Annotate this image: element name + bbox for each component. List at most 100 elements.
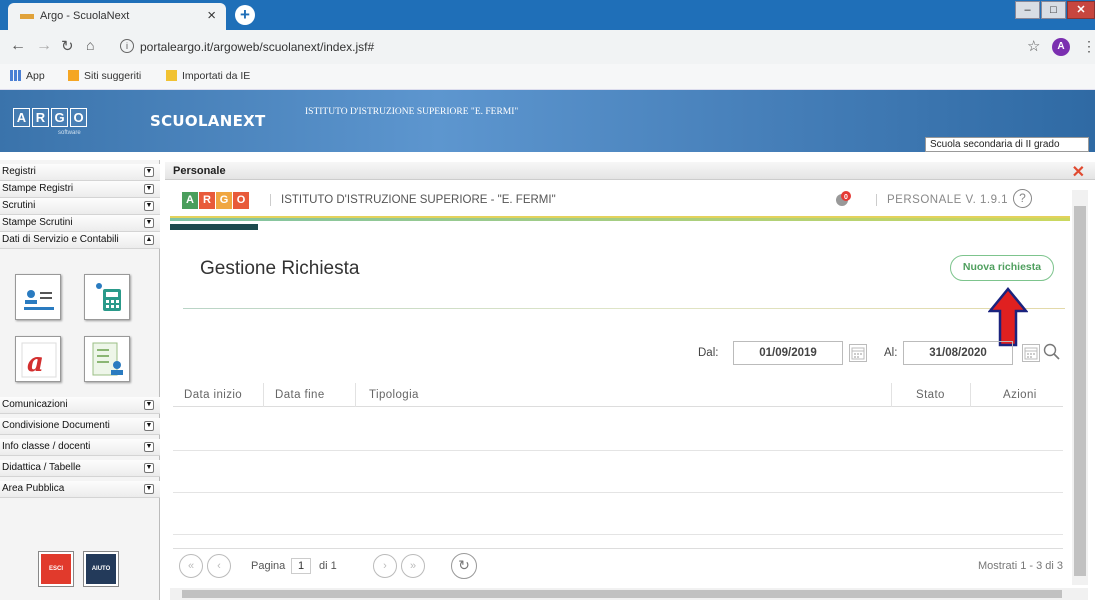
from-date-input[interactable]: 01/09/2019 [733,341,843,365]
help-button[interactable]: AIUTO [83,551,119,587]
bookmark-star-icon[interactable]: ☆ [1027,37,1040,55]
from-date-label: Dal: [698,347,719,359]
table-row[interactable] [173,534,1063,535]
bookmark-label: Importati da IE [182,70,251,82]
sidebar-item-didattica[interactable]: Didattica / Tabelle ▼ [0,460,160,477]
first-page-icon[interactable]: « [179,554,203,578]
info-icon[interactable]: i [120,39,134,53]
page-title: Gestione Richiesta [200,258,360,279]
to-date-input[interactable]: 31/08/2020 [903,341,1013,365]
tab-title: Argo - ScuolaNext [40,10,130,22]
sidebar-item-area-pubblica[interactable]: Area Pubblica ▼ [0,481,160,498]
red-arrow-icon [988,287,1028,347]
help-icon[interactable]: ? [1013,189,1032,208]
page-label: Pagina [251,560,286,572]
last-page-icon[interactable]: » [401,554,425,578]
bookmark-apps[interactable]: App [10,70,45,82]
sidebar-item-info-classe[interactable]: Info classe / docenti ▼ [0,439,160,456]
expand-icon[interactable]: ▼ [144,400,154,410]
panel-header: Personale ✕ [165,162,1095,182]
page-total: di 1 [319,560,337,572]
horizontal-scrollbar-thumb[interactable] [182,590,1062,598]
table-header: Data inizio Data fine Tipologia Stato Az… [173,383,1063,407]
column-header[interactable]: Data inizio [184,389,242,401]
app-argo-logo: A R G O [182,192,249,209]
column-divider [355,383,356,407]
browser-menu-icon[interactable]: ⋮ [1082,38,1095,55]
vertical-scrollbar-thumb[interactable] [1074,206,1086,576]
sidebar-item-scrutini[interactable]: Scrutini ▼ [0,198,160,215]
sidebar-item-label: Condivisione Documenti [2,420,110,431]
scuolanext-brand: SCUOLANEXT [150,112,266,130]
table-row[interactable] [173,492,1063,493]
expand-icon[interactable]: ▼ [144,463,154,473]
bookmark-imported-ie[interactable]: Importati da IE [166,70,250,82]
table-row[interactable] [173,450,1063,451]
address-bar: ← → ↻ ⌂ i portaleargo.it/argoweb/scuolan… [0,30,1095,64]
apps-grid-icon [10,70,21,81]
argo-header: A R G O software SCUOLANEXT ISTITUTO D'I… [0,90,1095,152]
calculator-data-icon[interactable] [84,274,130,320]
checklist-user-icon[interactable] [84,336,130,382]
tab-close-icon[interactable]: × [207,7,216,24]
sidebar-item-stampe-scrutini[interactable]: Stampe Scrutini ▼ [0,215,160,232]
to-calendar-icon[interactable] [1022,344,1040,362]
expand-icon[interactable]: ▼ [144,484,154,494]
bookmark-suggested-sites[interactable]: Siti suggeriti [68,70,141,82]
sidebar-item-label: Stampe Registri [2,183,74,194]
sidebar-item-comunicazioni[interactable]: Comunicazioni ▼ [0,397,160,414]
logout-button[interactable]: ESCI [38,551,74,587]
page-number-input[interactable]: 1 [291,558,311,574]
column-header[interactable]: Data fine [275,389,325,401]
new-request-button[interactable]: Nuova richiesta [950,255,1054,281]
app-version: PERSONALE V. 1.9.1 [876,194,1008,206]
logo-letter: R [199,192,215,209]
logo-letter: O [70,108,87,127]
collapse-icon[interactable]: ▲ [144,235,154,245]
personal-data-icon[interactable] [15,274,61,320]
sidebar-item-label: Stampe Scrutini [2,217,73,228]
expand-icon[interactable]: ▼ [144,421,154,431]
expand-icon[interactable]: ▼ [144,167,154,177]
refresh-icon[interactable]: ↻ [451,553,477,579]
expand-icon[interactable]: ▼ [144,218,154,228]
window-minimize-button[interactable]: – [1015,1,1040,19]
home-icon[interactable]: ⌂ [86,37,94,53]
column-header[interactable]: Tipologia [369,389,419,401]
sidebar-item-label: Area Pubblica [2,483,65,494]
back-icon[interactable]: ← [10,37,26,55]
expand-icon[interactable]: ▼ [144,442,154,452]
sidebar-item-label: Registri [2,166,36,177]
sidebar-item-label: Scrutini [2,200,36,211]
acrobat-document-icon[interactable]: a [15,336,61,382]
url-field[interactable]: portaleargo.it/argoweb/scuolanext/index.… [140,40,374,54]
profile-avatar[interactable]: A [1052,38,1070,56]
expand-icon[interactable]: ▼ [144,184,154,194]
forward-icon[interactable]: → [36,37,52,55]
browser-tab[interactable]: Argo - ScuolaNext × [8,3,226,30]
search-icon[interactable] [1043,343,1061,366]
svg-text:a: a [27,348,44,378]
column-header[interactable]: Azioni [1003,389,1037,401]
logo-letter: A [182,192,198,209]
next-page-icon[interactable]: › [373,554,397,578]
column-header[interactable]: Stato [916,389,945,401]
logo-letter: R [32,108,49,127]
sidebar-item-condivisione-documenti[interactable]: Condivisione Documenti ▼ [0,418,160,435]
argo-logo: A R G O [13,108,87,127]
window-close-button[interactable]: ✕ [1067,1,1095,19]
expand-icon[interactable]: ▼ [144,201,154,211]
from-calendar-icon[interactable] [849,344,867,362]
new-tab-button[interactable]: + [235,5,255,25]
sidebar-item-stampe-registri[interactable]: Stampe Registri ▼ [0,181,160,198]
column-divider [891,383,892,407]
reload-icon[interactable]: ↻ [61,37,74,55]
sidebar-item-dati-servizio[interactable]: Dati di Servizio e Contabili ▲ [0,232,160,249]
notifications-icon[interactable]: 0 [834,190,852,208]
prev-page-icon[interactable]: ‹ [207,554,231,578]
panel-close-icon[interactable]: ✕ [1072,162,1085,182]
sidebar-item-registri[interactable]: Registri ▼ [0,164,160,181]
school-type-select[interactable]: Scuola secondaria di II grado [925,137,1089,152]
pagination: « ‹ Pagina 1 di 1 › » ↻ Mostrati 1 - 3 d… [173,548,1063,582]
window-maximize-button[interactable]: □ [1041,1,1066,19]
